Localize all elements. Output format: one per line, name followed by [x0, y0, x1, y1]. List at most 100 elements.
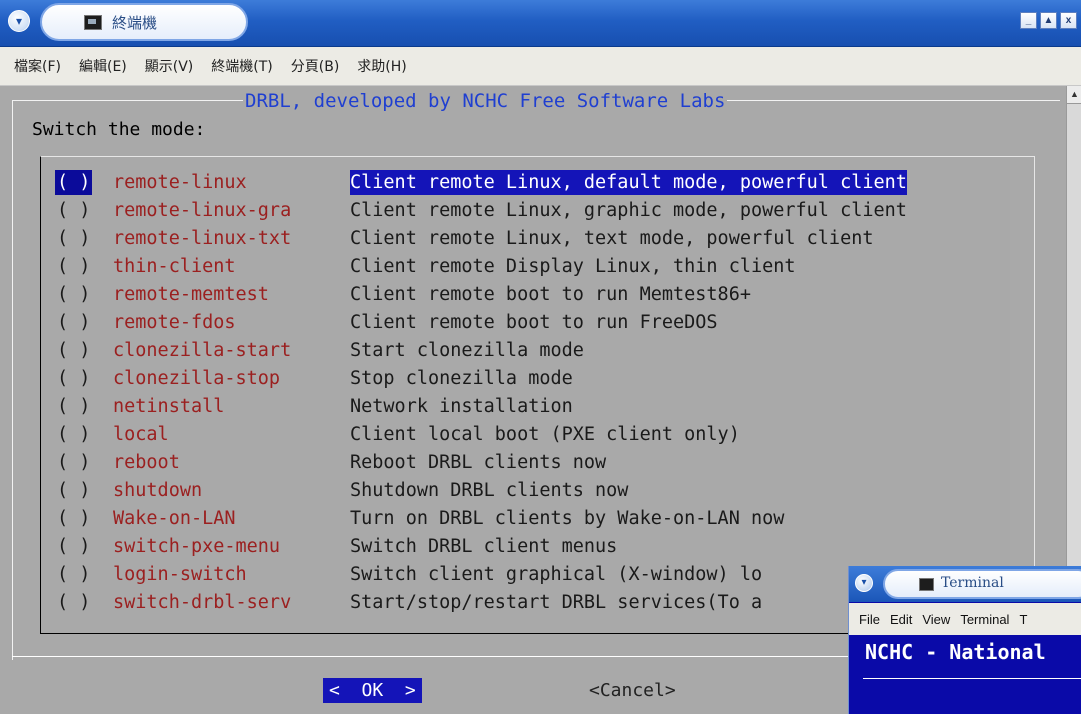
list-item[interactable]: ( ) remote-linux-txt Client remote Linux…	[57, 226, 873, 251]
minimize-button[interactable]: _	[1020, 12, 1037, 29]
option-description: Start clonezilla mode	[350, 340, 584, 361]
option-tag: login-switch	[113, 564, 247, 585]
option-description: Turn on DRBL clients by Wake-on-LAN now	[350, 508, 785, 529]
radio-button[interactable]: ( )	[57, 422, 90, 447]
radio-button[interactable]: ( )	[57, 394, 90, 419]
radio-button[interactable]: ( )	[57, 254, 90, 279]
radio-button[interactable]: ( )	[57, 338, 90, 363]
window-controls: _ ▲ x	[1020, 12, 1077, 29]
list-item[interactable]: ( ) remote-linux-gra Client remote Linux…	[57, 198, 907, 223]
option-tag: remote-memtest	[113, 284, 269, 305]
menu-edit[interactable]: Edit	[890, 612, 912, 627]
radio-button[interactable]: ( )	[57, 450, 90, 475]
window-title: 終端機	[112, 14, 158, 32]
radio-button[interactable]: ( )	[57, 310, 90, 335]
option-description: Switch client graphical (X-window) lo	[350, 564, 763, 585]
radio-button[interactable]: ( )	[57, 198, 90, 223]
second-title-bar[interactable]: ▾ Terminal	[849, 566, 1081, 602]
option-tag: clonezilla-stop	[113, 368, 281, 389]
option-description: Start/stop/restart DRBL services(To a	[350, 592, 763, 613]
menu-view[interactable]: 顯示(V)	[145, 56, 194, 76]
title-tab[interactable]: Terminal	[883, 569, 1081, 599]
list-item[interactable]: ( ) switch-drbl-serv Start/stop/restart …	[57, 590, 762, 615]
maximize-button[interactable]: ▲	[1040, 12, 1057, 29]
list-item[interactable]: ( ) reboot Reboot DRBL clients now	[57, 450, 606, 475]
option-description: Client remote boot to run FreeDOS	[350, 312, 718, 333]
menu-file[interactable]: File	[859, 612, 880, 627]
option-tag: netinstall	[113, 396, 225, 417]
terminal-output-line: NCHC - National	[865, 640, 1046, 664]
list-item[interactable]: ( ) remote-fdos Client remote boot to ru…	[57, 310, 718, 335]
radio-button[interactable]: ( )	[57, 506, 90, 531]
menu-help[interactable]: 求助(H)	[357, 56, 406, 76]
dialog-rule	[863, 678, 1081, 679]
option-description: Client remote boot to run Memtest86+	[350, 284, 751, 305]
list-item[interactable]: ( ) remote-linux Client remote Linux, de…	[55, 170, 907, 195]
menu-view[interactable]: View	[922, 612, 950, 627]
option-tag: thin-client	[113, 256, 236, 277]
title-tab[interactable]: 終端機	[40, 3, 248, 41]
close-button[interactable]: x	[1060, 12, 1077, 29]
option-description: Network installation	[350, 396, 573, 417]
option-description: Client local boot (PXE client only)	[350, 424, 740, 445]
option-tag: local	[113, 424, 169, 445]
radio-button[interactable]: ( )	[55, 170, 93, 195]
option-description: Client remote Linux, text mode, powerful…	[350, 228, 874, 249]
radio-button[interactable]: ( )	[57, 534, 90, 559]
option-description: Shutdown DRBL clients now	[350, 480, 629, 501]
option-description: Stop clonezilla mode	[350, 368, 573, 389]
menu-tabs[interactable]: T	[1019, 612, 1027, 627]
radio-button[interactable]: ( )	[57, 478, 90, 503]
list-item[interactable]: ( ) local Client local boot (PXE client …	[57, 422, 740, 447]
menu-edit[interactable]: 編輯(E)	[79, 56, 127, 76]
option-tag: remote-linux	[113, 172, 247, 193]
ok-button[interactable]: < OK >	[323, 678, 422, 703]
title-bar[interactable]: ▾ 終端機 _ ▲ x	[0, 0, 1081, 47]
scroll-up-arrow-icon[interactable]: ▲	[1067, 86, 1081, 104]
radio-button[interactable]: ( )	[57, 226, 90, 251]
second-window-title: Terminal	[941, 575, 1004, 591]
list-item[interactable]: ( ) shutdown Shutdown DRBL clients now	[57, 478, 628, 503]
window-menu-button[interactable]: ▾	[8, 10, 30, 32]
menu-file[interactable]: 檔案(F)	[14, 56, 61, 76]
window-menu-button[interactable]: ▾	[855, 574, 873, 592]
option-tag: reboot	[113, 452, 180, 473]
radio-button[interactable]: ( )	[57, 366, 90, 391]
terminal-window: ▾ 終端機 _ ▲ x 檔案(F) 編輯(E) 顯示(V) 終端機(T) 分頁(…	[0, 0, 1081, 714]
menu-terminal[interactable]: Terminal	[960, 612, 1009, 627]
list-item[interactable]: ( ) netinstall Network installation	[57, 394, 573, 419]
radio-button[interactable]: ( )	[57, 590, 90, 615]
option-description: Reboot DRBL clients now	[350, 452, 607, 473]
dialog-prompt: Switch the mode:	[32, 119, 206, 140]
terminal-app-icon	[84, 15, 102, 30]
list-item[interactable]: ( ) switch-pxe-menu Switch DRBL client m…	[57, 534, 617, 559]
option-tag: remote-linux-gra	[113, 200, 292, 221]
option-tag: switch-pxe-menu	[113, 536, 281, 557]
option-tag: remote-fdos	[113, 312, 236, 333]
option-description: Switch DRBL client menus	[350, 536, 618, 557]
menubar: 檔案(F) 編輯(E) 顯示(V) 終端機(T) 分頁(B) 求助(H)	[0, 47, 1081, 85]
list-item[interactable]: ( ) thin-client Client remote Display Li…	[57, 254, 796, 279]
list-item[interactable]: ( ) login-switch Switch client graphical…	[57, 562, 762, 587]
menu-tabs[interactable]: 分頁(B)	[291, 56, 340, 76]
option-tag: clonezilla-start	[113, 340, 292, 361]
cancel-button[interactable]: <Cancel>	[589, 678, 676, 703]
option-tag: remote-linux-txt	[113, 228, 292, 249]
list-item[interactable]: ( ) clonezilla-stop Stop clonezilla mode	[57, 366, 573, 391]
radio-button[interactable]: ( )	[57, 282, 90, 307]
list-item[interactable]: ( ) remote-memtest Client remote boot to…	[57, 282, 751, 307]
option-description: Client remote Display Linux, thin client	[350, 256, 796, 277]
option-tag: shutdown	[113, 480, 203, 501]
option-description: Client remote Linux, graphic mode, power…	[350, 200, 907, 221]
second-terminal-window[interactable]: ▾ Terminal File Edit View Terminal T NCH…	[848, 566, 1081, 714]
list-item[interactable]: ( ) clonezilla-start Start clonezilla mo…	[57, 338, 584, 363]
menu-terminal[interactable]: 終端機(T)	[211, 56, 272, 76]
option-tag: Wake-on-LAN	[113, 508, 236, 529]
radio-button[interactable]: ( )	[57, 562, 90, 587]
mode-list: ( ) remote-linux Client remote Linux, de…	[40, 156, 1035, 634]
second-menubar: File Edit View Terminal T	[849, 603, 1081, 635]
option-description: Client remote Linux, default mode, power…	[350, 170, 907, 195]
dialog-title: DRBL, developed by NCHC Free Software La…	[243, 90, 728, 112]
option-tag: switch-drbl-serv	[113, 592, 292, 613]
list-item[interactable]: ( ) Wake-on-LAN Turn on DRBL clients by …	[57, 506, 784, 531]
